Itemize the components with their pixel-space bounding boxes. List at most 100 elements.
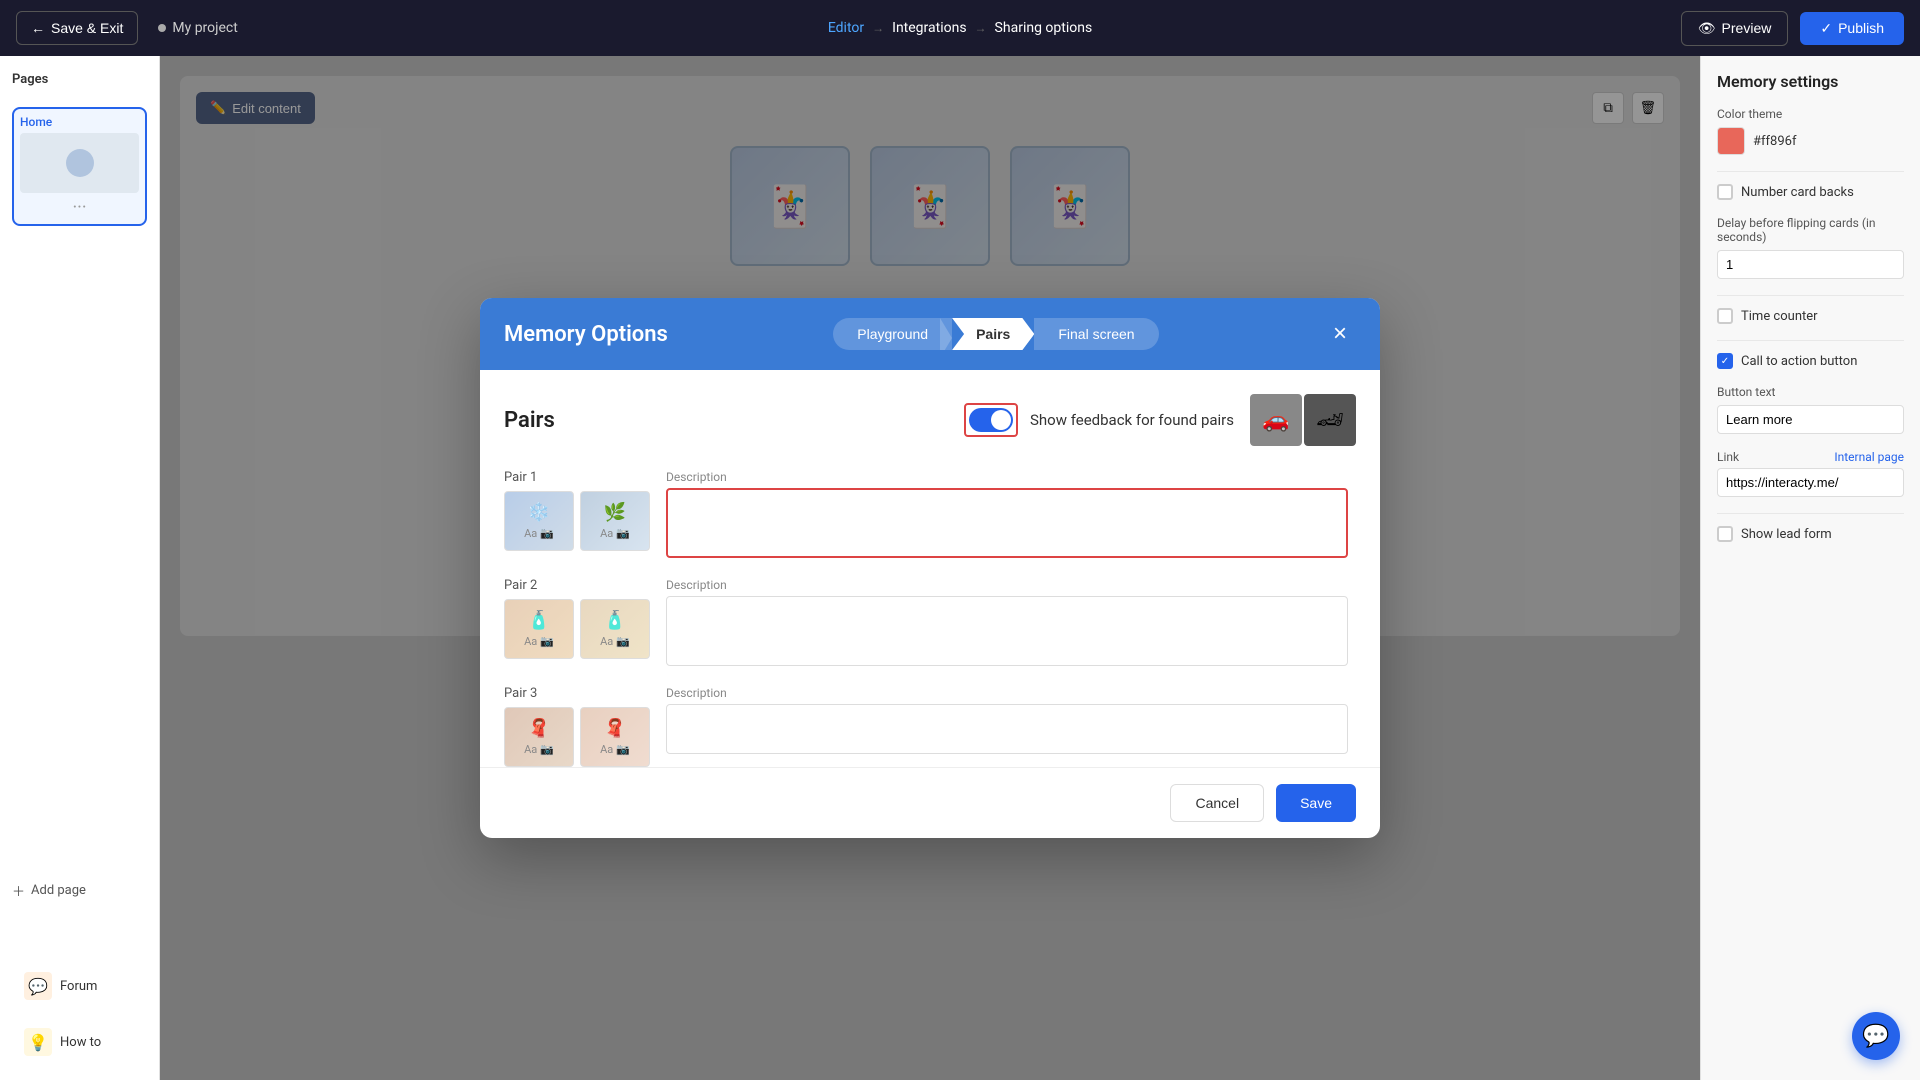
pair-3-info: Pair 3 🧣 Aa 📷: [504, 686, 650, 767]
nav-editor[interactable]: Editor: [828, 20, 864, 36]
lead-form-setting: Show lead form: [1717, 526, 1904, 542]
save-button[interactable]: Save: [1276, 784, 1356, 822]
pair-2-image-a[interactable]: 🧴 Aa 📷: [504, 599, 574, 659]
pair-row-2: Pair 2 🧴 Aa 📷: [504, 578, 1348, 670]
check-icon: ✓: [1820, 20, 1832, 37]
button-text-setting: Button text: [1717, 385, 1904, 434]
pair-3-images: 🧣 Aa 📷 🧣 A: [504, 707, 650, 767]
pair-3-image-b[interactable]: 🧣 Aa 📷: [580, 707, 650, 767]
feedback-toggle[interactable]: [969, 408, 1013, 432]
forum-label: Forum: [60, 979, 97, 994]
color-theme-label: Color theme: [1717, 107, 1904, 121]
color-theme-setting: Color theme #ff896f: [1717, 107, 1904, 155]
pair-1-desc-input[interactable]: [666, 488, 1348, 558]
cta-label: Call to action button: [1741, 354, 1857, 369]
modal-footer: Cancel Save: [480, 767, 1380, 838]
tab-playground[interactable]: Playground: [833, 318, 952, 350]
preview-button[interactable]: 👁 Preview: [1681, 11, 1789, 46]
home-page-label: Home: [20, 115, 139, 129]
pair-3-desc-input[interactable]: [666, 704, 1348, 754]
howto-label: How to: [60, 1035, 101, 1050]
cancel-button[interactable]: Cancel: [1170, 784, 1264, 822]
modal-overlay: Memory Options Playground Pairs: [160, 56, 1700, 1080]
pairs-header: Pairs Show feedback for found pairs: [504, 394, 1356, 446]
link-row: Link Internal page: [1717, 450, 1904, 464]
modal-body: Pairs Show feedback for found pairs: [480, 370, 1380, 767]
cta-checkbox[interactable]: ✓: [1717, 353, 1733, 369]
modal-close-button[interactable]: ×: [1324, 318, 1356, 350]
divider-3: [1717, 340, 1904, 341]
number-card-backs-label: Number card backs: [1741, 185, 1854, 200]
chat-button[interactable]: 💬: [1852, 1012, 1900, 1060]
divider-1: [1717, 171, 1904, 172]
pair-2-image-b[interactable]: 🧴 Aa 📷: [580, 599, 650, 659]
nav-integrations[interactable]: Integrations: [892, 20, 966, 36]
pair-3-desc-label: Description: [666, 686, 1348, 700]
pair-2-images: 🧴 Aa 📷 🧴 A: [504, 599, 650, 659]
color-swatch[interactable]: [1717, 127, 1745, 155]
home-page-item[interactable]: Home ···: [12, 107, 147, 226]
text-icon: Aa: [524, 527, 537, 540]
arrow-left-icon: ←: [31, 20, 45, 36]
link-setting: Link Internal page: [1717, 450, 1904, 497]
nav-sharing[interactable]: Sharing options: [995, 20, 1093, 36]
save-exit-button[interactable]: ← Save & Exit: [16, 11, 138, 45]
time-counter-label: Time counter: [1741, 309, 1818, 324]
number-card-backs-row: Number card backs: [1717, 184, 1904, 200]
page-thumbnail: [20, 133, 139, 193]
feedback-toggle-row: Show feedback for found pairs: [964, 403, 1234, 437]
close-icon: ×: [1333, 320, 1347, 348]
number-card-backs-checkbox[interactable]: [1717, 184, 1733, 200]
car-image-1: 🚗: [1250, 394, 1302, 446]
toggle-knob: [991, 410, 1011, 430]
button-text-input[interactable]: [1717, 405, 1904, 434]
time-counter-checkbox[interactable]: [1717, 308, 1733, 324]
pair-1-label: Pair 1: [504, 470, 650, 485]
number-card-backs-setting: Number card backs: [1717, 184, 1904, 200]
pair-2-description-area: Description: [666, 578, 1348, 670]
pair-1-images: ❄️ Aa 📷 🌿 A: [504, 491, 650, 551]
tab-pairs[interactable]: Pairs: [952, 318, 1034, 350]
nav-arrow-1: →: [872, 21, 884, 35]
cta-row: ✓ Call to action button: [1717, 353, 1904, 369]
tab-final-screen[interactable]: Final screen: [1034, 318, 1158, 350]
pair-row-3: Pair 3 🧣 Aa 📷: [504, 686, 1348, 767]
delay-setting: Delay before flipping cards (in seconds): [1717, 216, 1904, 279]
internal-page-link[interactable]: Internal page: [1834, 450, 1904, 464]
link-input[interactable]: [1717, 468, 1904, 497]
pair-3-image-a[interactable]: 🧣 Aa 📷: [504, 707, 574, 767]
pair-2-desc-input[interactable]: [666, 596, 1348, 666]
publish-label: Publish: [1838, 20, 1884, 36]
button-text-label: Button text: [1717, 385, 1904, 399]
delay-label: Delay before flipping cards (in seconds): [1717, 216, 1904, 244]
modal-tabs: Playground Pairs: [833, 318, 1158, 350]
howto-link[interactable]: 💡 How to: [12, 1020, 147, 1064]
feedback-label: Show feedback for found pairs: [1030, 411, 1234, 429]
color-hex-value: #ff896f: [1753, 134, 1796, 149]
add-page-button[interactable]: ＋ Add page: [12, 881, 147, 900]
main-layout: Pages Home ··· ＋ Add page 💬 Forum 💡 How …: [0, 56, 1920, 1080]
pairs-scroll[interactable]: Pair 1 ❄️ Aa 📷: [504, 470, 1356, 767]
photo-icon: 📷: [540, 527, 554, 540]
nav-arrow-2: →: [975, 21, 987, 35]
delay-input[interactable]: [1717, 250, 1904, 279]
forum-link[interactable]: 💬 Forum: [12, 964, 147, 1008]
photo-icon-b: 📷: [616, 527, 630, 540]
time-counter-row: Time counter: [1717, 308, 1904, 324]
thumb-circle: [66, 149, 94, 177]
pair-1-image-a[interactable]: ❄️ Aa 📷: [504, 491, 574, 551]
pair-row-1: Pair 1 ❄️ Aa 📷: [504, 470, 1348, 562]
lead-form-checkbox[interactable]: [1717, 526, 1733, 542]
center-content: ✏️ Edit content ⧉ 🗑 🃏 🃏 🃏: [160, 56, 1700, 1080]
memory-options-modal: Memory Options Playground Pairs: [480, 298, 1380, 838]
page-options-dots[interactable]: ···: [20, 197, 139, 218]
lead-form-row: Show lead form: [1717, 526, 1904, 542]
pair-1-image-b[interactable]: 🌿 Aa 📷: [580, 491, 650, 551]
pair-3-description-area: Description: [666, 686, 1348, 758]
color-row: #ff896f: [1717, 127, 1904, 155]
pair-1-info: Pair 1 ❄️ Aa 📷: [504, 470, 650, 551]
toggle-wrapper: [964, 403, 1018, 437]
add-page-label: Add page: [31, 883, 86, 898]
publish-button[interactable]: ✓ Publish: [1800, 12, 1904, 45]
eye-icon: 👁: [1698, 20, 1716, 37]
